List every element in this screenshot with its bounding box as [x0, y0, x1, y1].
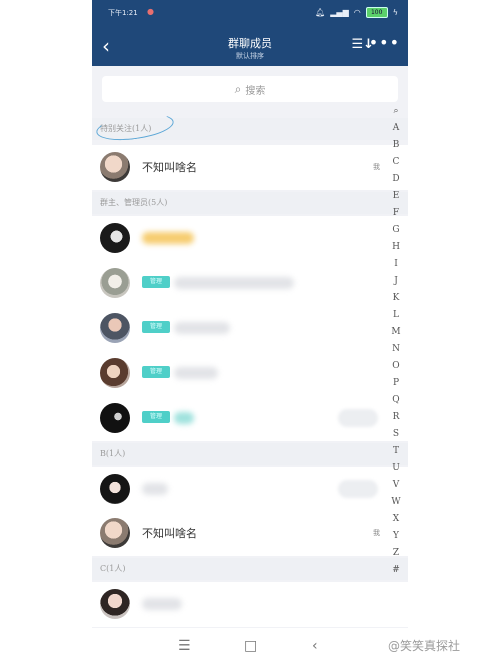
section-header-b: B(1人)	[92, 443, 408, 465]
highlight-ring	[94, 109, 176, 145]
index-letter[interactable]: C	[389, 154, 403, 171]
member-action-button[interactable]	[338, 480, 378, 498]
index-letter[interactable]: A	[389, 120, 403, 137]
system-navbar: ☰ □ ‹	[92, 628, 408, 666]
index-letter[interactable]: #	[389, 562, 403, 579]
member-row[interactable]	[92, 467, 408, 512]
admin-badge: 管理	[142, 366, 170, 378]
section-header-special: 特别关注(1人)	[92, 109, 408, 145]
charging-icon: ϟ	[392, 8, 398, 17]
member-name: 不知叫啥名	[142, 161, 197, 174]
signal-icon: ▂▄▆	[330, 8, 349, 17]
back-icon[interactable]: ‹	[312, 638, 318, 654]
admin-badge: 管理	[142, 321, 170, 333]
member-row[interactable]: 不知叫啥名 我	[92, 511, 408, 556]
avatar	[100, 474, 130, 504]
phone-screen: 下午1:21 ● 🔔︎ ▂▄▆ ◠ 100 ϟ ‹ 群聊成员 默认排序 ☰↓ •…	[92, 0, 408, 666]
index-search-icon[interactable]: ⌕	[389, 103, 403, 120]
section-label-c: C(1人)	[100, 564, 126, 573]
blurred-name	[142, 232, 194, 244]
blurred-name	[174, 412, 194, 424]
index-letter[interactable]: E	[389, 188, 403, 205]
index-letter[interactable]: N	[389, 341, 403, 358]
blurred-name	[142, 598, 182, 610]
index-letter[interactable]: Q	[389, 392, 403, 409]
menu-icon[interactable]: ☰	[178, 638, 191, 654]
index-letter[interactable]: S	[389, 426, 403, 443]
member-role: 我	[373, 163, 380, 171]
title-bar: ‹ 群聊成员 默认排序 ☰↓ •••	[92, 30, 408, 64]
member-name: 不知叫啥名	[142, 527, 197, 540]
member-row[interactable]: 管理	[92, 261, 408, 306]
blurred-name	[174, 367, 218, 379]
index-letter[interactable]: W	[389, 494, 403, 511]
blurred-name	[174, 322, 230, 334]
index-letter[interactable]: K	[389, 290, 403, 307]
section-label-admins: 群主、管理员(5人)	[100, 198, 168, 207]
avatar	[100, 358, 130, 388]
index-letter[interactable]: I	[389, 256, 403, 273]
index-letter[interactable]: J	[389, 273, 403, 290]
search-input[interactable]: ⌕ 搜索	[102, 76, 398, 102]
section-header-admins: 群主、管理员(5人)	[92, 192, 408, 214]
member-action-button[interactable]	[338, 409, 378, 427]
member-row[interactable]: 不知叫啥名 我	[92, 145, 408, 190]
page-subtitle: 默认排序	[236, 52, 264, 60]
watermark: @笑笑真探社	[388, 639, 461, 653]
index-letter[interactable]: B	[389, 137, 403, 154]
index-letter[interactable]: F	[389, 205, 403, 222]
admin-badge: 管理	[142, 276, 170, 288]
index-letter[interactable]: T	[389, 443, 403, 460]
avatar	[100, 268, 130, 298]
avatar	[100, 152, 130, 182]
index-letter[interactable]: Y	[389, 528, 403, 545]
status-icons: 🔔︎ ▂▄▆ ◠ 100 ϟ	[315, 7, 398, 18]
index-letter[interactable]: P	[389, 375, 403, 392]
status-bar: 下午1:21 ● 🔔︎ ▂▄▆ ◠ 100 ϟ	[92, 0, 408, 26]
blurred-name	[174, 277, 294, 289]
index-letter[interactable]: D	[389, 171, 403, 188]
blurred-name	[142, 483, 168, 495]
search-placeholder: 搜索	[245, 85, 266, 97]
header: 下午1:21 ● 🔔︎ ▂▄▆ ◠ 100 ϟ ‹ 群聊成员 默认排序 ☰↓ •…	[92, 0, 408, 66]
search-icon: ⌕	[234, 81, 242, 96]
home-icon[interactable]: □	[244, 638, 257, 654]
section-header-c: C(1人)	[92, 558, 408, 580]
index-letter[interactable]: R	[389, 409, 403, 426]
admin-badge: 管理	[142, 411, 170, 423]
index-letter[interactable]: G	[389, 222, 403, 239]
section-label-b: B(1人)	[100, 449, 126, 458]
index-letter[interactable]: Z	[389, 545, 403, 562]
index-letter[interactable]: O	[389, 358, 403, 375]
avatar	[100, 223, 130, 253]
index-letter[interactable]: M	[389, 324, 403, 341]
status-time: 下午1:21	[108, 9, 138, 17]
wifi-icon: ◠	[353, 8, 361, 17]
index-letter[interactable]: H	[389, 239, 403, 256]
alphabet-index[interactable]: ⌕ A B C D E F G H I J K L M N O P Q R S T U V W X Y Z #	[389, 103, 403, 575]
avatar	[100, 518, 130, 548]
avatar	[100, 313, 130, 343]
more-icon[interactable]: •••	[369, 33, 400, 52]
index-letter[interactable]: L	[389, 307, 403, 324]
avatar	[100, 589, 130, 619]
index-letter[interactable]: U	[389, 460, 403, 477]
member-row[interactable]: 管理	[92, 306, 408, 351]
member-row[interactable]: 管理	[92, 351, 408, 396]
avatar	[100, 403, 130, 433]
bell-icon: 🔔︎	[315, 8, 326, 17]
member-role: 我	[373, 529, 380, 537]
notification-icon: ●	[147, 7, 154, 16]
member-row[interactable]: 管理	[92, 396, 408, 441]
index-letter[interactable]: X	[389, 511, 403, 528]
member-row[interactable]	[92, 216, 408, 261]
member-row[interactable]	[92, 582, 408, 627]
battery-icon: 100	[365, 7, 388, 18]
index-letter[interactable]: V	[389, 477, 403, 494]
